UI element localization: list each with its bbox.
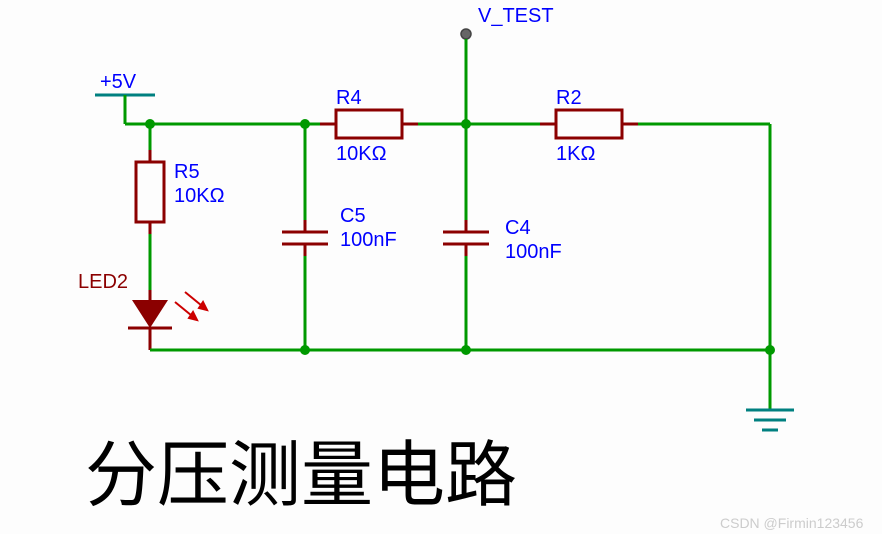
capacitor-c4: C4 100nF bbox=[443, 217, 562, 263]
c4-ref: C4 bbox=[505, 217, 531, 239]
c5-value: 100nF bbox=[340, 229, 397, 251]
schematic-diagram: V_TEST +5V R4 10KΩ R2 1KΩ R5 10KΩ bbox=[0, 0, 882, 534]
junction bbox=[461, 345, 471, 355]
diagram-title: 分压测量电路 bbox=[85, 436, 517, 516]
resistor-r5: R5 10KΩ bbox=[136, 150, 225, 234]
c4-value: 100nF bbox=[505, 241, 562, 263]
r2-ref: R2 bbox=[556, 87, 582, 109]
power-label: +5V bbox=[100, 71, 137, 93]
resistor-r4: R4 10KΩ bbox=[320, 87, 418, 165]
r5-value: 10KΩ bbox=[174, 185, 225, 207]
r2-value: 1KΩ bbox=[556, 143, 595, 165]
r5-ref: R5 bbox=[174, 161, 200, 183]
ground-symbol bbox=[746, 350, 794, 430]
r4-ref: R4 bbox=[336, 87, 362, 109]
c5-ref: C5 bbox=[340, 205, 366, 227]
terminal-vtest bbox=[461, 29, 471, 39]
r4-value: 10KΩ bbox=[336, 143, 387, 165]
resistor-r2: R2 1KΩ bbox=[540, 87, 638, 165]
testpoint-label: V_TEST bbox=[478, 5, 554, 27]
led2-ref: LED2 bbox=[78, 271, 128, 293]
junction bbox=[300, 345, 310, 355]
watermark: CSDN @Firmin123456 bbox=[720, 515, 864, 531]
led-led2: LED2 bbox=[78, 271, 207, 350]
capacitor-c5: C5 100nF bbox=[282, 205, 397, 256]
